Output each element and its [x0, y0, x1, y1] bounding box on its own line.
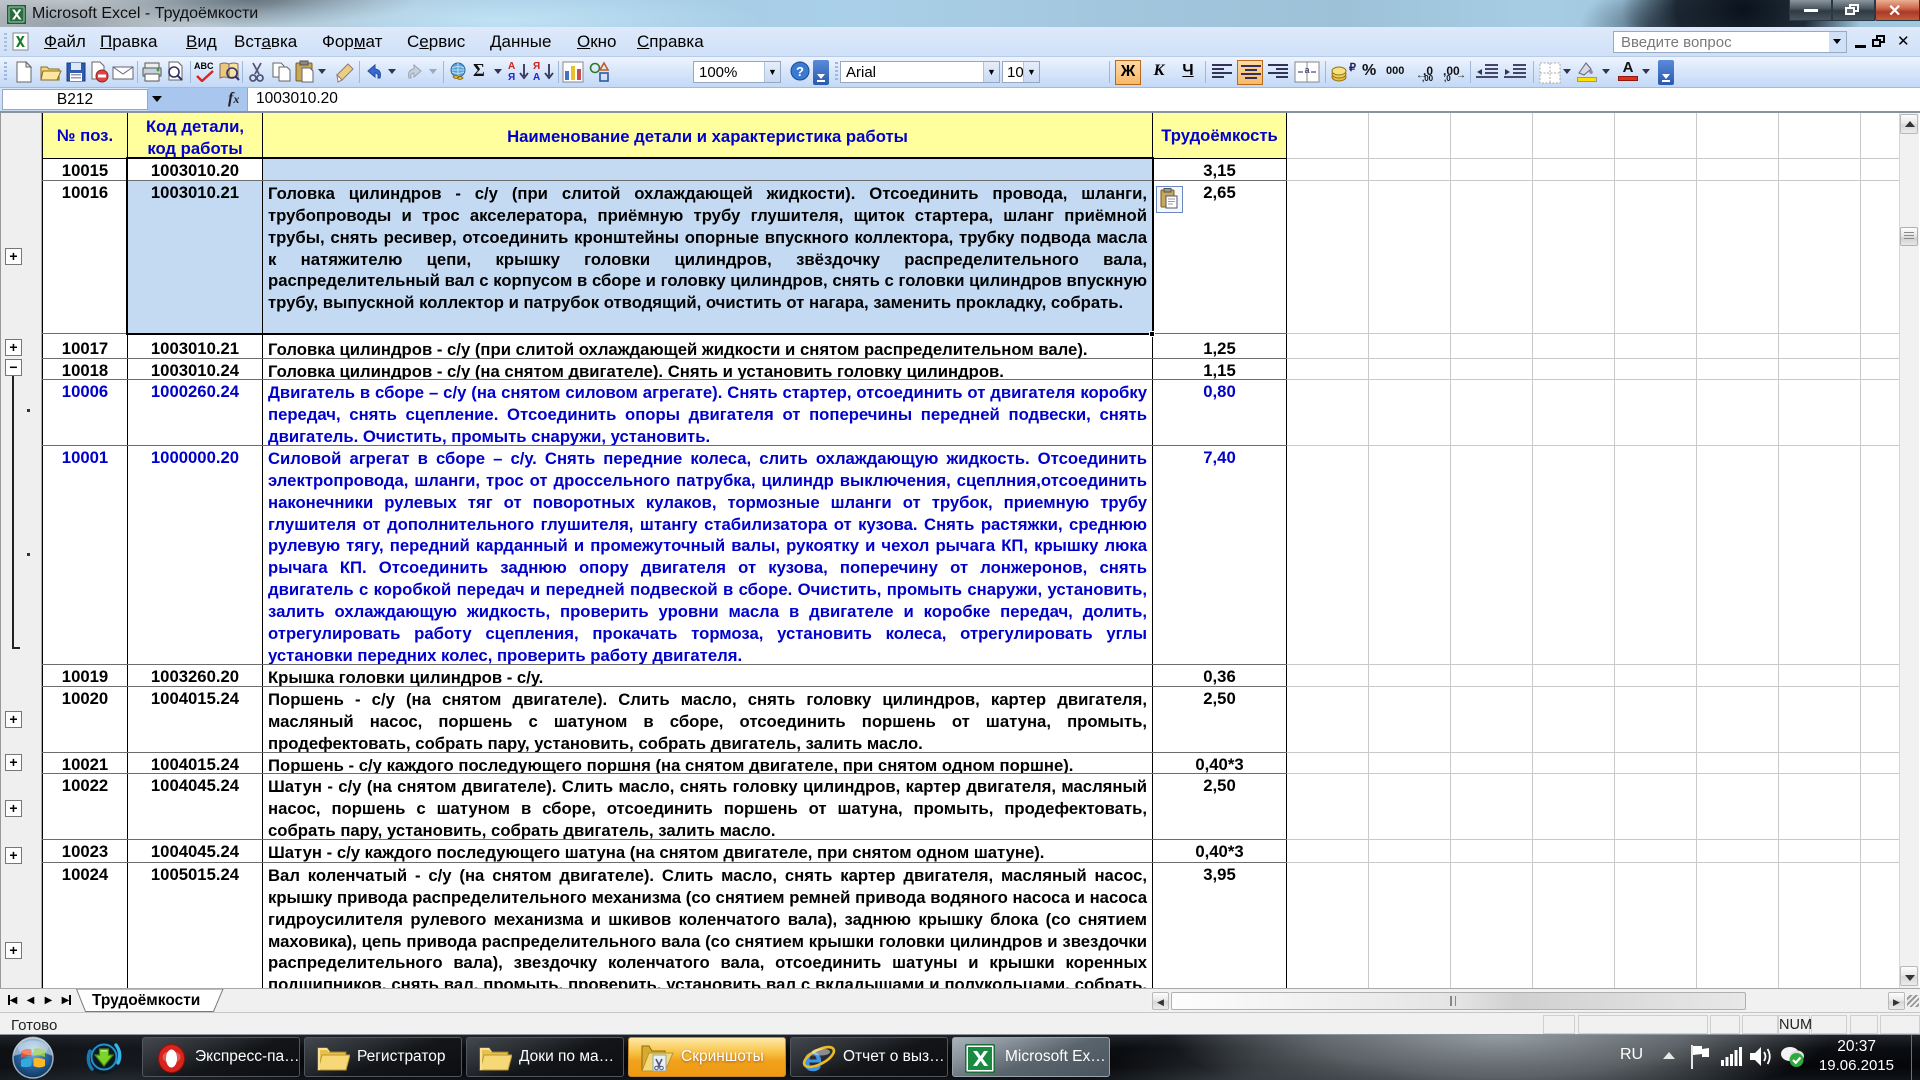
svg-text:a: a [1304, 65, 1309, 75]
svg-text:?: ? [796, 64, 804, 79]
svg-text:₽: ₽ [1349, 62, 1356, 74]
